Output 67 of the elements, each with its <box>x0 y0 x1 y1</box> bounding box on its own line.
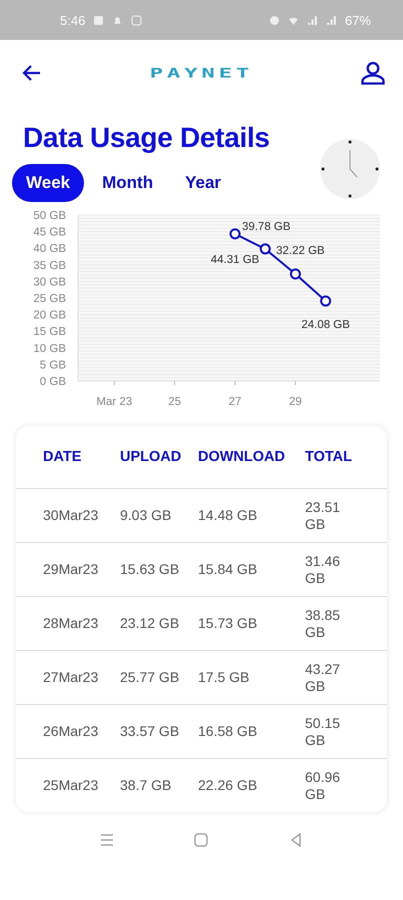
table-cell-text: 38.7 GB <box>120 777 172 794</box>
table-cell-text: 26Mar23 <box>43 723 100 740</box>
wifi-icon <box>288 14 299 26</box>
table-cell-text: 16.58 GB <box>198 723 258 740</box>
column-header: TOTAL <box>305 449 353 465</box>
y-axis-label: 10 GB <box>33 342 66 355</box>
table-cell-text: 14.48 GB <box>198 507 258 524</box>
data-label: 32.22 GB <box>276 245 325 258</box>
logo: PAYNET <box>150 66 254 80</box>
y-axis-label: 5 GB <box>40 359 66 372</box>
table-cell-text: 23.12 GB <box>120 615 180 632</box>
signal-icon <box>326 14 337 26</box>
home-icon[interactable] <box>193 832 210 848</box>
table-cell-text: 25.77 GB <box>120 669 180 686</box>
table-cell-text: 15.73 GB <box>198 615 258 632</box>
data-point <box>290 268 301 280</box>
column-header: DOWNLOAD <box>198 449 286 465</box>
x-axis-label: 27 <box>228 396 242 408</box>
clock-icon <box>319 138 381 200</box>
table-cell-text: 30Mar23 <box>43 507 100 524</box>
recent-apps-icon[interactable] <box>99 832 116 848</box>
signal-icon <box>306 14 318 26</box>
table-cell-text: 25Mar23 <box>43 777 100 794</box>
y-axis-label: 35 GB <box>33 260 66 272</box>
notification-icon <box>93 14 104 26</box>
table-cell-text: 50.15 GB <box>305 714 342 748</box>
y-axis-label: 15 GB <box>33 326 66 338</box>
y-axis-label: 45 GB <box>33 226 66 239</box>
table-cell-text: 22.26 GB <box>198 777 258 794</box>
data-label: 39.78 GB <box>242 220 291 233</box>
table-cell-text: 17.5 GB <box>198 669 250 686</box>
column-header: UPLOAD <box>120 449 182 465</box>
y-axis-label: 25 GB <box>33 293 66 305</box>
table-cell-text: 38.85 GB <box>305 606 342 640</box>
y-axis-label: 50 GB <box>33 210 66 222</box>
y-axis-label: 30 GB <box>33 276 66 288</box>
y-axis-label: 0 GB <box>40 376 66 388</box>
battery-level: 67% <box>344 12 371 28</box>
profile-button[interactable] <box>358 59 387 87</box>
column-header: DATE <box>43 449 82 465</box>
clock-time: 5:46 <box>60 12 86 28</box>
table-cell-text: 9.03 GB <box>120 507 172 524</box>
table-cell-text: 15.84 GB <box>198 561 258 578</box>
table-cell-text: 31.46 GB <box>305 552 342 586</box>
x-axis-label: 29 <box>289 396 302 408</box>
x-axis-label: 25 <box>168 396 182 408</box>
page-title: Data Usage Details <box>23 122 270 154</box>
table-cell-text: 28Mar23 <box>43 615 100 632</box>
table-cell-text: 15.63 GB <box>120 561 180 578</box>
y-axis-label: 40 GB <box>33 243 66 256</box>
y-axis-label: 20 GB <box>33 310 66 322</box>
x-axis-label: Mar 23 <box>96 396 132 408</box>
table-cell-text: 60.96 GB <box>305 768 342 802</box>
table-cell-text: 43.27 GB <box>305 660 342 694</box>
period-tab[interactable]: Week <box>12 164 84 202</box>
table-cell-text: 27Mar23 <box>43 669 100 686</box>
data-label: 24.08 GB <box>301 319 350 332</box>
period-tab[interactable]: Month <box>88 164 168 202</box>
data-point <box>320 296 332 307</box>
table-cell-text: 23.51 GB <box>305 498 342 532</box>
data-point <box>230 228 241 240</box>
data-point <box>260 243 271 254</box>
data-label: 44.31 GB <box>210 254 260 266</box>
table-cell-text: 33.57 GB <box>120 723 180 740</box>
period-tab[interactable]: Year <box>171 164 236 202</box>
bell-icon <box>112 14 124 26</box>
table-cell-text: 29Mar23 <box>43 561 100 578</box>
